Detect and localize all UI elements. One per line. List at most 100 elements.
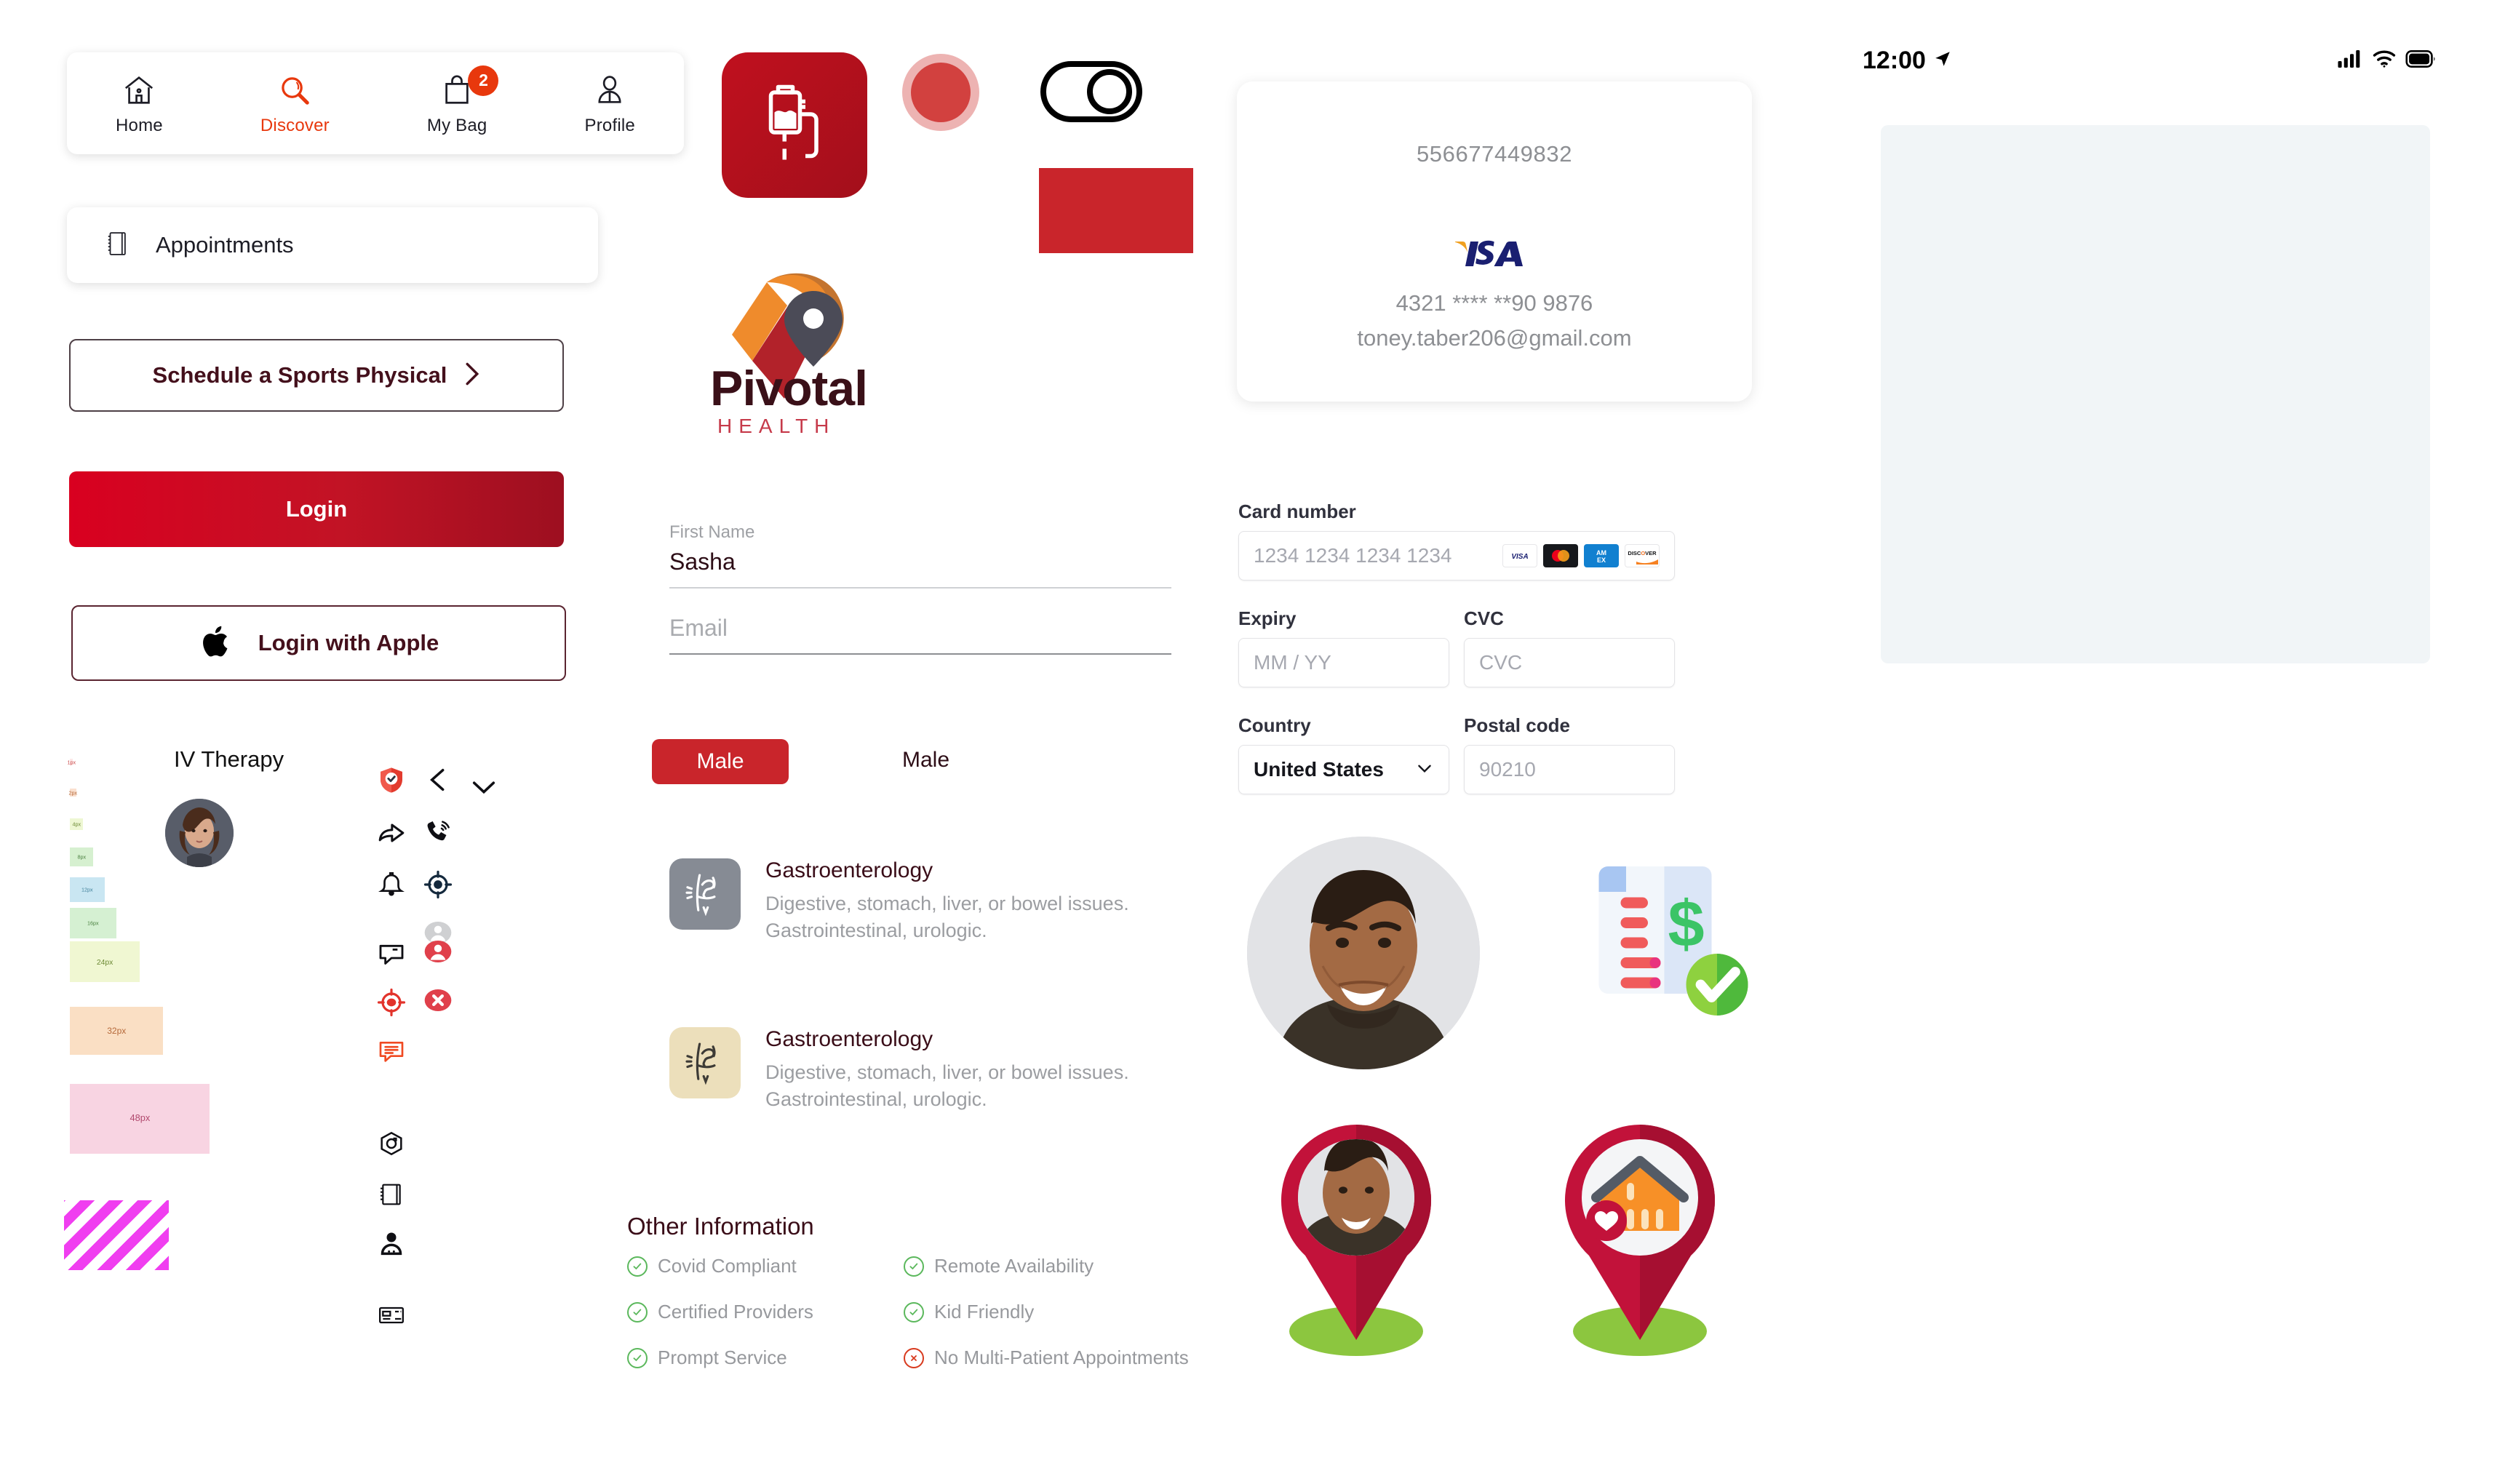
bell-icon[interactable] — [377, 870, 406, 899]
share-arrow-icon[interactable] — [377, 818, 406, 847]
card-email: toney.taber206@gmail.com — [1357, 325, 1632, 351]
cvc-field[interactable]: CVC CVC — [1464, 607, 1675, 687]
chevron-down-icon[interactable] — [469, 773, 498, 802]
tab-label: Discover — [260, 115, 330, 135]
status-time: 12:00 — [1863, 46, 1926, 74]
tab-home[interactable]: Home — [116, 71, 163, 136]
chevron-right-icon — [464, 362, 480, 390]
info-label: Kid Friendly — [934, 1301, 1035, 1323]
phone-ring-icon[interactable] — [423, 818, 453, 847]
status-bar: 12:00 — [1863, 44, 2437, 77]
spacing-swatch: 12px — [70, 877, 105, 902]
chat-lines-red-icon[interactable] — [377, 1037, 406, 1066]
battery-full-icon — [2405, 49, 2437, 72]
notebook-icon[interactable] — [377, 1180, 406, 1209]
hex-camera-icon[interactable] — [377, 1129, 406, 1158]
check-circle-icon — [904, 1256, 924, 1277]
bottom-tab-bar: Home Discover 2 My Bag Profile — [67, 52, 684, 154]
swatch-label: 48px — [130, 1113, 150, 1124]
tab-discover[interactable]: Discover — [260, 71, 330, 136]
svg-text:EX: EX — [1597, 556, 1606, 564]
field-placeholder: 1234 1234 1234 1234 — [1254, 544, 1452, 567]
swatch-label: 2px — [68, 789, 78, 796]
field-label: First Name — [669, 522, 755, 542]
shopping-bag-icon: 2 — [438, 65, 499, 109]
info-label: Certified Providers — [658, 1301, 813, 1323]
map-pin-home-heart — [1542, 1113, 1739, 1360]
home-icon — [120, 71, 158, 109]
specialty-card[interactable]: Gastroenterology Digestive, stomach, liv… — [669, 1027, 1200, 1114]
appointments-row[interactable]: Appointments — [67, 207, 598, 283]
input-box[interactable]: 90210 — [1464, 745, 1675, 794]
shield-check-icon[interactable] — [377, 765, 406, 794]
swatch-label: 8px — [77, 854, 86, 860]
swatch-label: 32px — [106, 1026, 127, 1036]
field-placeholder: CVC — [1479, 651, 1523, 674]
saved-card: 556677449832 4321 **** **90 9876 toney.t… — [1237, 81, 1752, 402]
spacing-swatch: 4px — [70, 818, 83, 830]
input-box[interactable]: CVC — [1464, 638, 1675, 687]
login-button[interactable]: Login — [69, 471, 564, 547]
iv-therapy-label: IV Therapy — [174, 746, 284, 772]
search-icon — [276, 71, 314, 109]
toggle-outline-icon[interactable] — [1040, 61, 1142, 122]
specialty-title: Gastroenterology — [765, 1027, 933, 1051]
gender-label: Male — [696, 749, 744, 773]
masked-card-number: 4321 **** **90 9876 — [1395, 290, 1593, 316]
doctor-avatar-photo — [1247, 837, 1480, 1069]
spacing-swatch: 16px — [70, 908, 116, 938]
diagonal-hatch-swatch — [64, 1200, 169, 1270]
mastercard-brand-icon — [1543, 544, 1578, 567]
chevron-left-icon[interactable] — [423, 765, 453, 794]
postal-code-field[interactable]: Postal code 90210 — [1464, 714, 1675, 794]
login-with-apple-button[interactable]: Login with Apple — [71, 605, 566, 681]
accepted-brand-icons: VISA AM EX DISCOVER — [1502, 544, 1660, 567]
notebook-icon — [105, 230, 130, 261]
check-circle-icon — [627, 1256, 648, 1277]
spacing-swatch: 32px — [70, 1007, 163, 1055]
chat-bubble-icon[interactable] — [377, 940, 406, 969]
tab-my-bag[interactable]: 2 My Bag — [427, 65, 499, 136]
amex-brand-icon: AM EX — [1584, 544, 1619, 567]
first-name-field[interactable]: First Name Sasha — [669, 522, 1171, 589]
account-number: 556677449832 — [1416, 141, 1573, 167]
expiry-field[interactable]: Expiry MM / YY — [1238, 607, 1449, 687]
country-field[interactable]: Country United States — [1238, 714, 1449, 794]
tab-label: Home — [116, 115, 163, 135]
info-label: Remote Availability — [934, 1255, 1094, 1277]
target-dark-icon[interactable] — [423, 870, 453, 899]
input-box[interactable]: 1234 1234 1234 1234 VISA AM EX DISCOVER — [1238, 531, 1675, 581]
schedule-sports-physical-button[interactable]: Schedule a Sports Physical — [69, 339, 564, 412]
card-number-field[interactable]: Card number 1234 1234 1234 1234 VISA AM E… — [1238, 500, 1675, 581]
tab-profile[interactable]: Profile — [585, 71, 635, 136]
field-placeholder: 90210 — [1479, 758, 1536, 781]
input-box[interactable]: MM / YY — [1238, 638, 1449, 687]
button-label: Login — [285, 496, 348, 522]
field-placeholder: MM / YY — [1254, 651, 1331, 674]
patient-icon[interactable] — [377, 1229, 406, 1258]
abdomen-pain-icon — [669, 1027, 741, 1098]
wifi-icon — [2372, 49, 2397, 73]
red-square-swatch — [1039, 168, 1193, 253]
svg-text:AM: AM — [1596, 549, 1606, 556]
id-card-icon[interactable] — [377, 1301, 406, 1330]
design-system-canvas: Home Discover 2 My Bag Profile Appointme… — [0, 0, 2513, 1484]
apple-icon — [199, 621, 234, 666]
toggle-knob — [1087, 69, 1132, 114]
avatar — [165, 799, 234, 867]
tab-label: Profile — [584, 115, 635, 135]
country-select[interactable]: United States — [1238, 745, 1449, 794]
gender-toggle-plain[interactable]: Male — [902, 748, 949, 773]
specialty-description: Digestive, stomach, liver, or bowel issu… — [765, 893, 1129, 942]
spacing-swatch: 48px — [70, 1084, 210, 1154]
field-label: CVC — [1464, 607, 1504, 629]
spacing-swatch: 1px — [67, 759, 76, 765]
error-circle-icon[interactable] — [423, 986, 453, 1015]
gender-toggle-selected[interactable]: Male — [652, 739, 789, 784]
status-indicators — [2337, 49, 2437, 73]
info-item-covid-compliant: Covid Compliant — [627, 1255, 904, 1277]
email-field[interactable]: Email — [669, 615, 1171, 655]
specialty-card[interactable]: Gastroenterology Digestive, stomach, liv… — [669, 858, 1200, 945]
target-red-icon[interactable] — [377, 988, 406, 1017]
location-arrow-icon — [1933, 47, 1952, 75]
